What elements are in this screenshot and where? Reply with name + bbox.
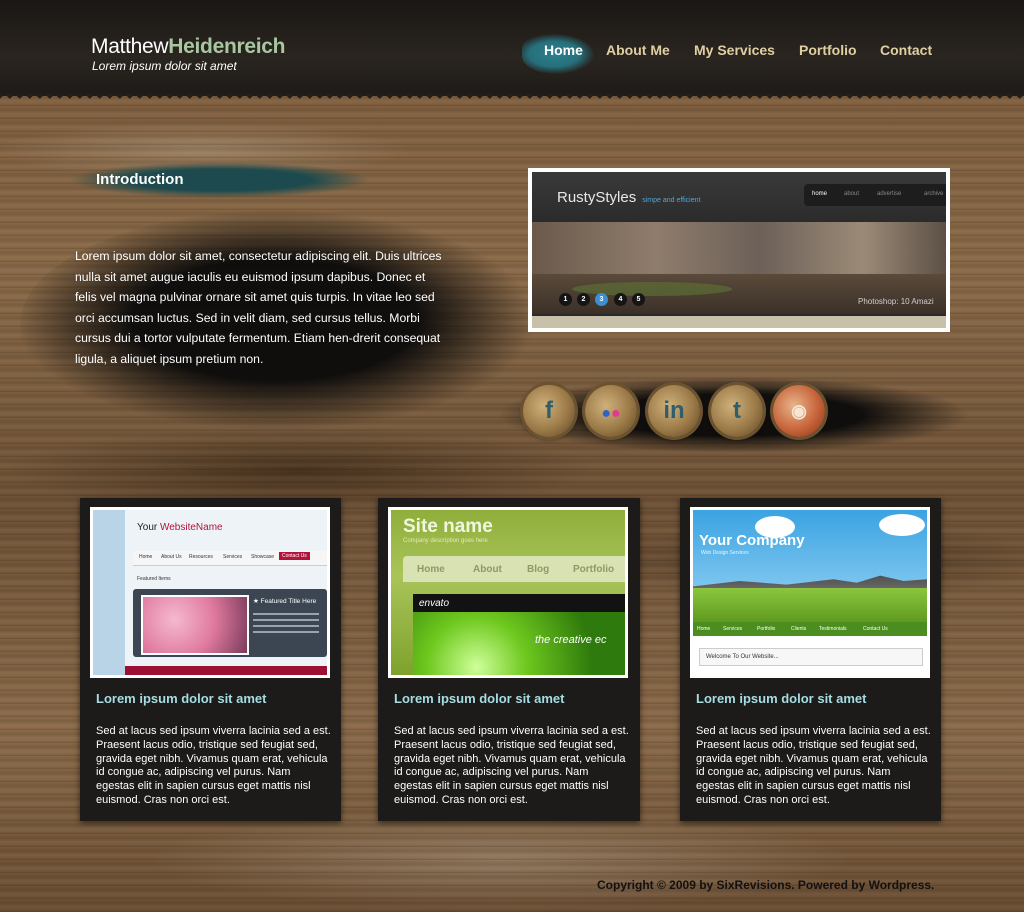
thumb-menu-item: Services: [223, 554, 243, 560]
slider-dot[interactable]: 2: [577, 293, 590, 306]
thumb-menu-item: Portfolio: [573, 564, 615, 575]
thumb-cloud: [879, 514, 925, 536]
thumb-text-line: [253, 631, 319, 633]
thumb-menu-item: Contact Us: [863, 626, 888, 632]
slider-dot[interactable]: 5: [632, 293, 645, 306]
thumb-inner-page: envato the creative ec: [413, 594, 625, 675]
card-text: Sed at lacus sed ipsum viverra lacinia s…: [96, 725, 331, 806]
portfolio-card-2: Site name Company description goes here …: [378, 498, 640, 821]
site-header: MatthewHeidenreich Lorem ipsum dolor sit…: [0, 0, 1024, 96]
thumb-site-name: Site name: [403, 516, 493, 537]
thumb-inner-bar: envato: [413, 594, 625, 612]
card-title[interactable]: Lorem ipsum dolor sit amet: [394, 691, 564, 706]
slider-dot[interactable]: 1: [559, 293, 572, 306]
thumb-tagline: the creative ec: [535, 634, 607, 646]
slider-menu-item: home: [812, 191, 828, 197]
thumb-label: Featured Items: [137, 576, 171, 582]
thumb-menu-item: About Us: [161, 554, 182, 560]
thumb-brand: Your WebsiteName: [137, 522, 223, 533]
rss-icon[interactable]: ◉: [773, 385, 825, 437]
thumb-sidebar: [93, 510, 125, 675]
footer-copyright: Copyright © 2009 by SixRevisions. Powere…: [597, 878, 935, 892]
nav-contact[interactable]: Contact: [880, 42, 932, 58]
thumb-company-sub: Web Design Services: [701, 550, 749, 556]
portfolio-card-1: Your WebsiteName Home About Us Resources…: [80, 498, 341, 821]
thumb-menu: Home About Blog Portfolio: [403, 556, 625, 582]
thumb-text-line: [253, 625, 319, 627]
flickr-icon[interactable]: ●●: [585, 385, 637, 437]
intro-title: Introduction: [96, 171, 184, 188]
thumb-company-name: Your Company: [699, 532, 805, 549]
slider-brand: RustyStyles simpe and efficient: [557, 189, 701, 206]
card-text: Sed at lacus sed ipsum viverra lacinia s…: [394, 725, 629, 806]
portfolio-card-3: Your Company Web Design Services Home Se…: [680, 498, 941, 821]
thumb-menu-item: Home: [697, 626, 711, 632]
nav-home[interactable]: Home: [544, 42, 583, 58]
slider-menu: home about advertise archive: [804, 184, 946, 206]
thumb-featured: ★ Featured Title Here: [133, 589, 327, 657]
logo-first-name: Matthew: [91, 35, 169, 58]
thumb-menu-item: Blog: [527, 564, 550, 575]
slider-dot[interactable]: 4: [614, 293, 627, 306]
slider-menu-item: archive: [924, 191, 944, 197]
slider-dot-active[interactable]: 3: [595, 293, 608, 306]
thumb-text-line: [253, 613, 319, 615]
slider-screenshot: RustyStyles simpe and efficient home abou…: [532, 172, 946, 328]
thumb-screenshot: Site name Company description goes here …: [391, 510, 625, 675]
thumb-flower-image: [141, 595, 249, 655]
thumb-menu-item: Portfolio: [757, 626, 776, 632]
thumb-footer-bar: [125, 666, 327, 675]
thumb-screenshot: Your Company Web Design Services Home Se…: [693, 510, 927, 675]
header-zigzag-edge: [0, 94, 1024, 102]
thumb-menu-item: Home: [139, 554, 153, 560]
slider-caption: Photoshop: 10 Amazi: [858, 297, 934, 306]
thumb-grass: [693, 588, 927, 622]
thumb-menu-item: Services: [723, 626, 743, 632]
thumb-menu-item: Resources: [189, 554, 213, 560]
nav-my-services[interactable]: My Services: [694, 42, 775, 58]
slider-menu-item: about: [844, 191, 860, 197]
portfolio-thumb[interactable]: Your WebsiteName Home About Us Resources…: [90, 507, 330, 678]
slider-photo-ground: [532, 274, 946, 314]
slider-menu-item: advertise: [877, 191, 902, 197]
portfolio-thumb[interactable]: Your Company Web Design Services Home Se…: [690, 507, 930, 678]
slider-header: RustyStyles simpe and efficient home abou…: [532, 172, 946, 222]
thumb-welcome-box: Welcome To Our Website...: [699, 648, 923, 666]
nav-about-me[interactable]: About Me: [606, 42, 670, 58]
logo-last-name: Heidenreich: [168, 35, 286, 58]
thumb-menu-item: Testimonials: [819, 626, 847, 632]
thumb-menu-item: About: [473, 564, 502, 575]
slider-brand-sub: simpe and efficient: [642, 197, 701, 204]
nav-portfolio[interactable]: Portfolio: [799, 42, 857, 58]
thumb-feature-title: ★ Featured Title Here: [253, 598, 317, 605]
card-title[interactable]: Lorem ipsum dolor sit amet: [96, 691, 266, 706]
linkedin-icon[interactable]: in: [648, 385, 700, 437]
site-tagline: Lorem ipsum dolor sit amet: [92, 59, 237, 73]
thumb-screenshot: Your WebsiteName Home About Us Resources…: [93, 510, 327, 675]
card-title[interactable]: Lorem ipsum dolor sit amet: [696, 691, 866, 706]
portfolio-thumb[interactable]: Site name Company description goes here …: [388, 507, 628, 678]
thumb-envato-logo: envato: [419, 598, 450, 609]
thumb-menu-item: Clients: [791, 626, 807, 632]
thumb-menu: Home Services Portfolio Clients Testimon…: [693, 622, 927, 636]
slider-progress-bar: [532, 316, 946, 328]
thumb-site-sub: Company description goes here: [403, 538, 488, 544]
thumb-menu-item: Home: [417, 564, 445, 575]
intro-text: Lorem ipsum dolor sit amet, consectetur …: [75, 249, 442, 366]
thumb-menu-item: Showcase: [251, 554, 275, 560]
thumb-menu: Home About Us Resources Services Showcas…: [133, 551, 327, 566]
thumb-menu-item: Contact Us: [279, 552, 310, 560]
card-text: Sed at lacus sed ipsum viverra lacinia s…: [696, 725, 931, 806]
thumb-text-line: [253, 619, 319, 621]
facebook-icon[interactable]: f: [523, 385, 575, 437]
site-logo[interactable]: MatthewHeidenreich: [91, 35, 285, 59]
featured-slider[interactable]: RustyStyles simpe and efficient home abou…: [528, 168, 950, 332]
twitter-icon[interactable]: t: [711, 385, 763, 437]
